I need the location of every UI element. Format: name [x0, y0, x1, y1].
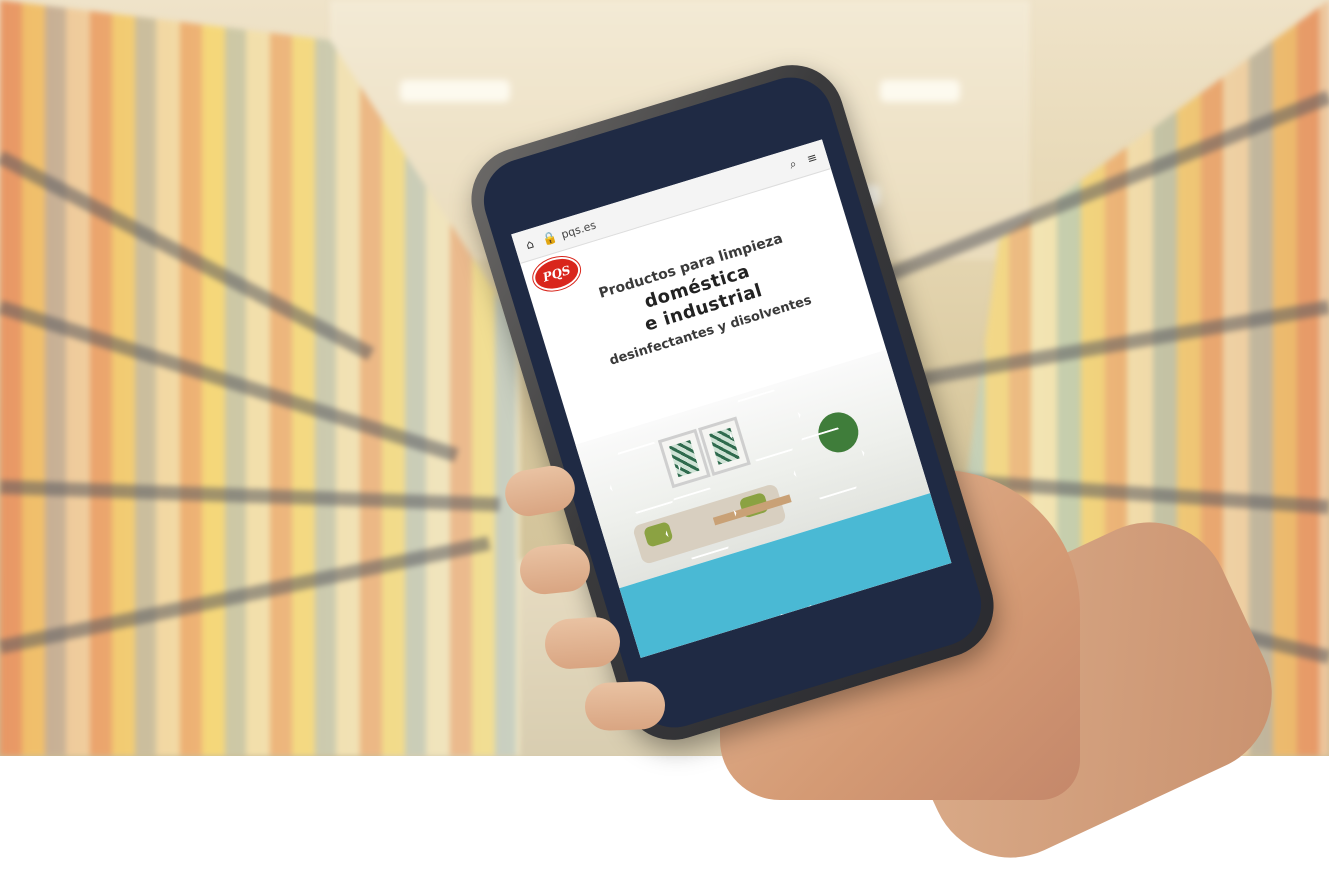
bridge-icon: ⛩	[778, 602, 822, 645]
ceiling-light	[400, 80, 510, 102]
ceiling-light	[880, 80, 960, 102]
lock-icon: 🔒	[540, 229, 559, 248]
hexagon-outline	[784, 422, 873, 505]
search-icon[interactable]: ⌕	[784, 155, 802, 173]
hamburger-menu-icon[interactable]: ≡	[803, 149, 820, 166]
tabs-icon[interactable]: ▢	[763, 139, 783, 145]
finger	[584, 680, 666, 732]
home-icon[interactable]: ⌂	[521, 236, 538, 253]
pqs-logo[interactable]: PQS	[531, 253, 582, 294]
